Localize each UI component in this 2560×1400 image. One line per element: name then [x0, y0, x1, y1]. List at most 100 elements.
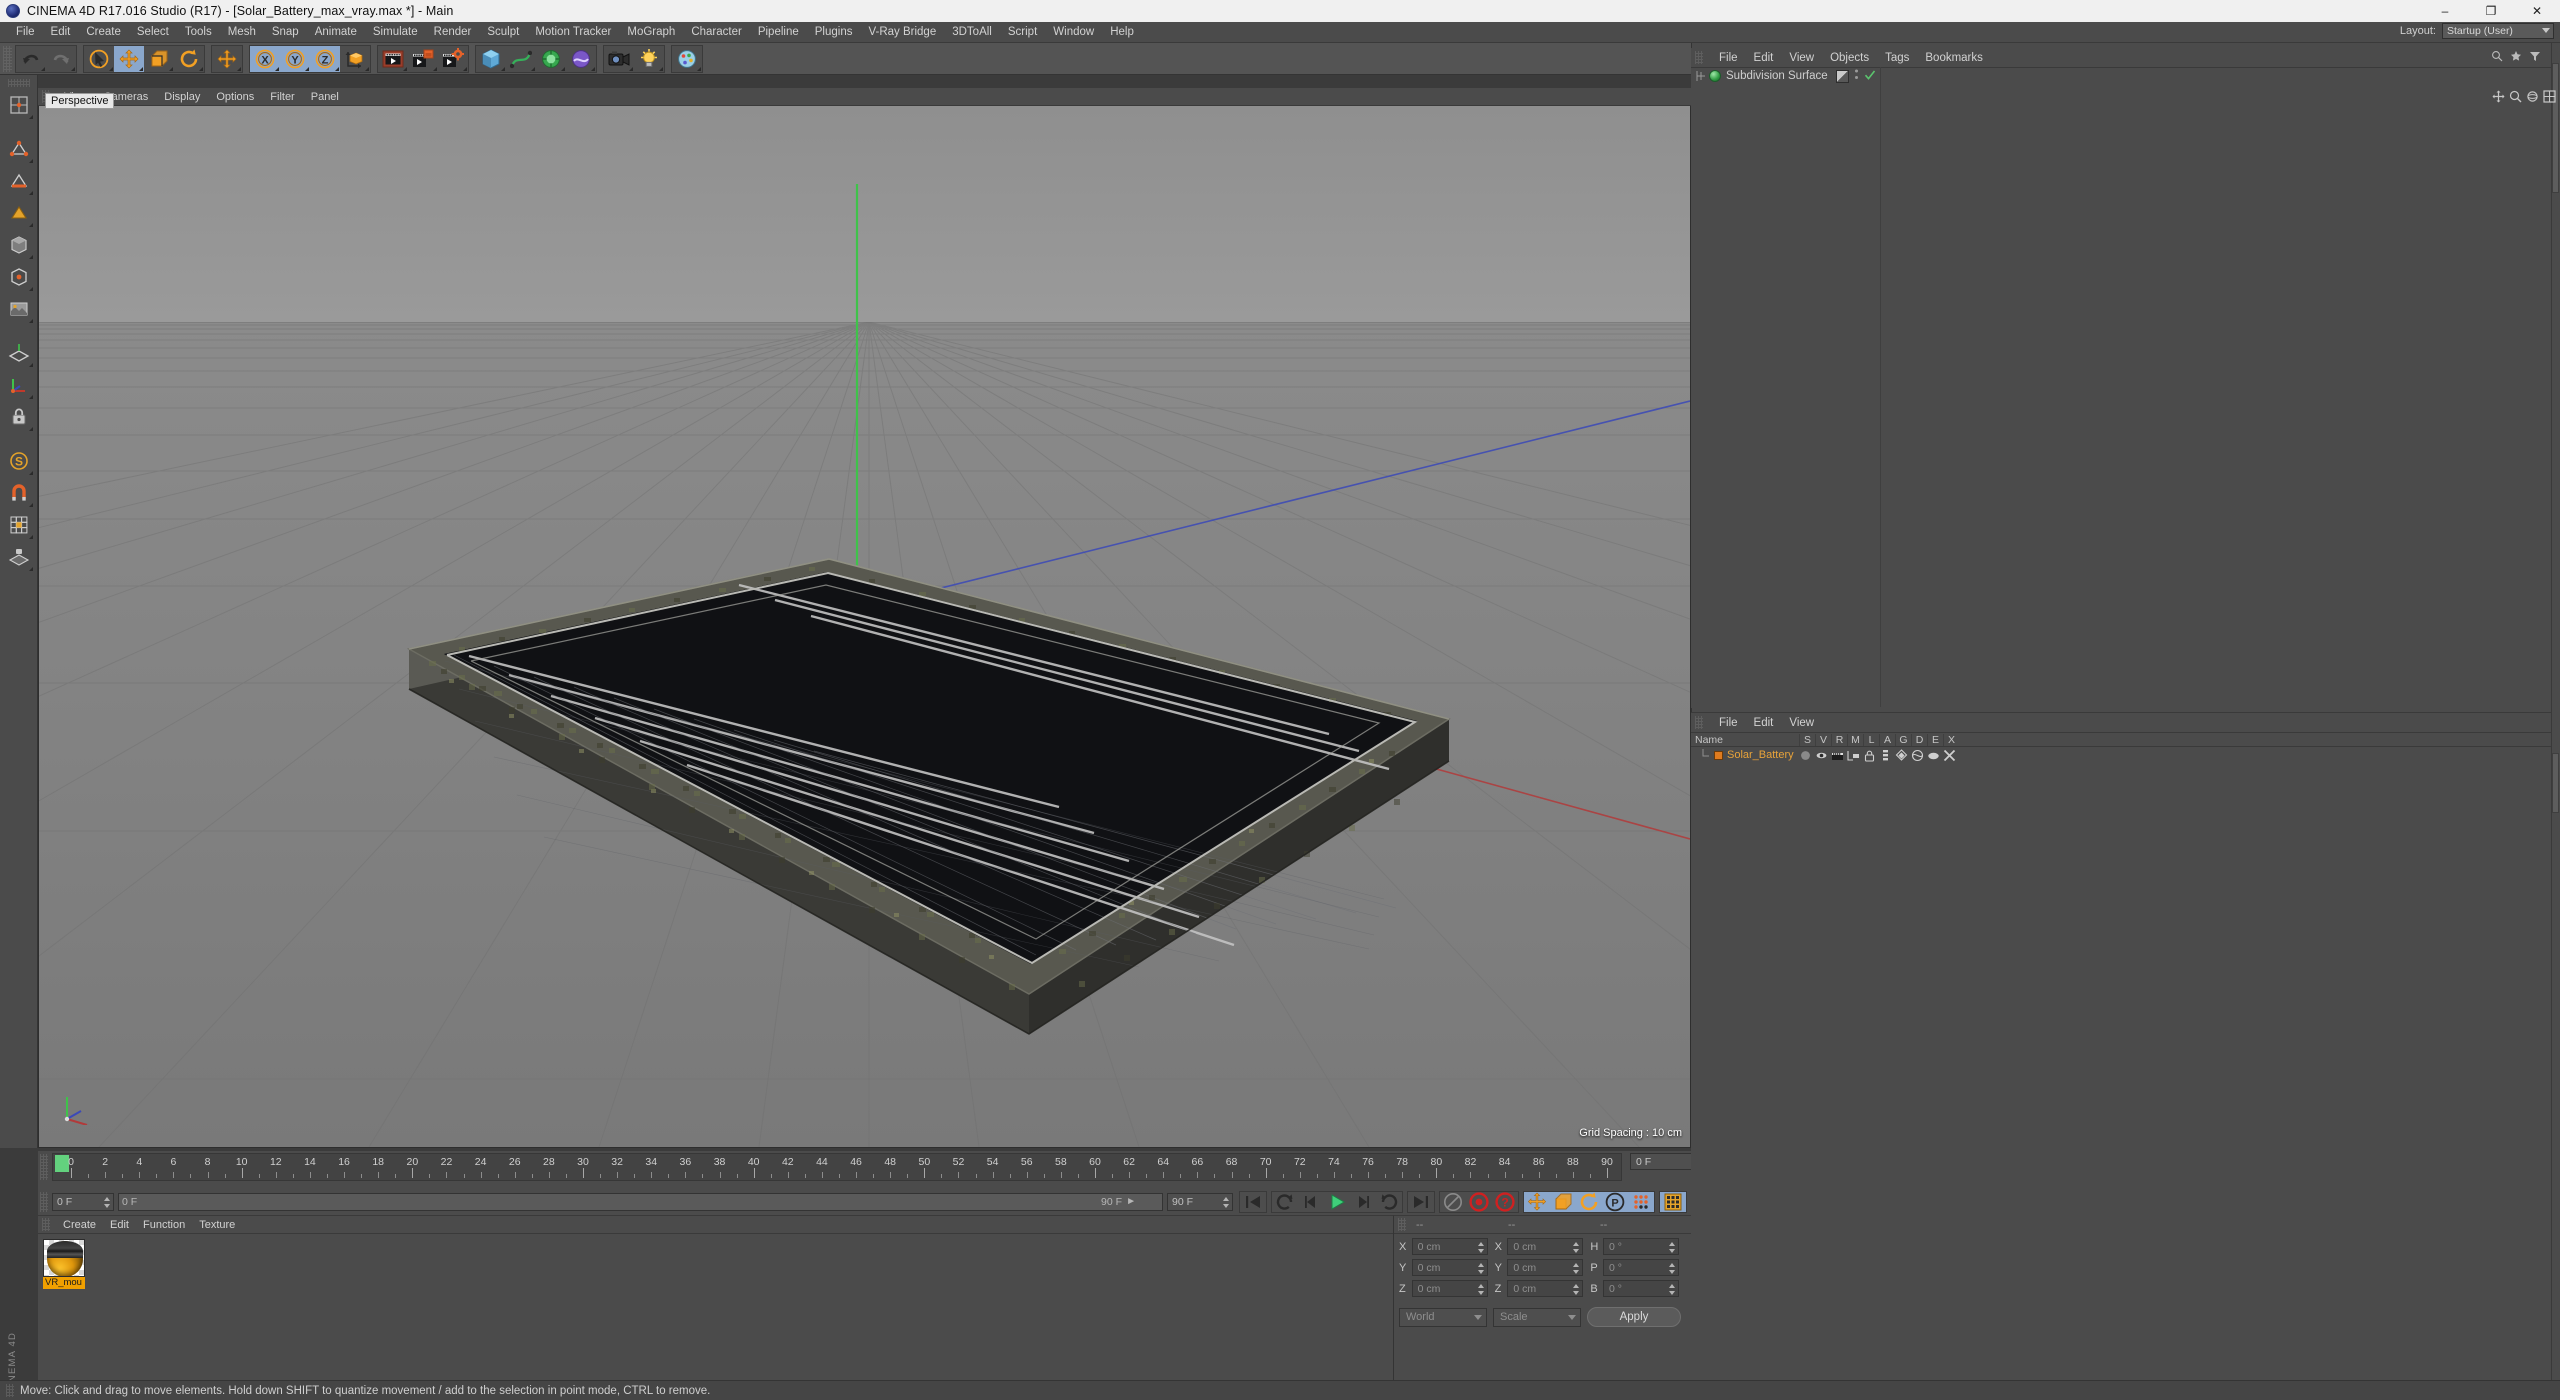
- play-icon[interactable]: [1324, 1192, 1350, 1212]
- next-key-icon[interactable]: [1376, 1192, 1402, 1212]
- move-axis-icon[interactable]: [212, 46, 242, 72]
- right-strip-handle-1[interactable]: [2552, 63, 2559, 193]
- generator-icon[interactable]: [1895, 748, 1908, 762]
- spinner-icon[interactable]: [1669, 1242, 1676, 1253]
- polygon-mode-icon[interactable]: [4, 198, 34, 228]
- workplane-icon[interactable]: [4, 338, 34, 368]
- spinner-icon[interactable]: [1573, 1242, 1580, 1253]
- filter-icon[interactable]: [2529, 49, 2541, 67]
- range-play-icon[interactable]: ►: [1126, 1196, 1136, 1207]
- viewport-menu-filter[interactable]: Filter: [262, 90, 302, 104]
- bookmark-star-icon[interactable]: [2510, 49, 2522, 67]
- apply-button[interactable]: Apply: [1587, 1307, 1681, 1327]
- zoom-icon[interactable]: [2509, 90, 2522, 103]
- generator-icon[interactable]: [536, 46, 566, 72]
- prev-key-icon[interactable]: [1272, 1192, 1298, 1212]
- timeline-ruler[interactable]: 0 2 4 6 8 10 12 14 16 18 20 22 24 26 28 30 32 34 36 38 40 42 4…: [52, 1153, 1622, 1181]
- material-grip-icon[interactable]: [42, 1218, 50, 1231]
- paint-icon[interactable]: [672, 46, 702, 72]
- object-manager-grip-icon[interactable]: [1695, 51, 1703, 64]
- spinner-icon[interactable]: [1477, 1284, 1485, 1295]
- timeline-playhead[interactable]: [55, 1155, 69, 1172]
- spinner-icon[interactable]: [1669, 1263, 1676, 1274]
- camera-icon[interactable]: [604, 46, 634, 72]
- spinner-icon[interactable]: [1223, 1197, 1230, 1208]
- layer-menu-edit[interactable]: Edit: [1746, 716, 1782, 730]
- right-scroll-strip[interactable]: [2551, 43, 2560, 1380]
- cube-primitive-icon[interactable]: [476, 46, 506, 72]
- menu-item-select[interactable]: Select: [129, 24, 177, 40]
- render-settings-icon[interactable]: [438, 46, 468, 72]
- object-menu-view[interactable]: View: [1781, 51, 1822, 65]
- workplane-lock-icon[interactable]: [4, 542, 34, 572]
- material-sphere-icon[interactable]: [43, 1239, 85, 1277]
- subdivision-surface-icon[interactable]: [1709, 70, 1721, 82]
- keyframe-mode-icon[interactable]: [1660, 1192, 1686, 1212]
- param-key-icon[interactable]: P: [1602, 1192, 1628, 1212]
- lock-axis-icon[interactable]: [4, 402, 34, 432]
- object-menu-file[interactable]: File: [1711, 51, 1746, 65]
- manager-icon[interactable]: [1847, 749, 1860, 762]
- menu-item-3dtoall[interactable]: 3DToAll: [944, 24, 1000, 40]
- viewport-menu-options[interactable]: Options: [208, 90, 262, 104]
- viewport-solo-icon[interactable]: S: [4, 446, 34, 476]
- menu-item-character[interactable]: Character: [683, 24, 750, 40]
- coord-size-field[interactable]: 0 cm: [1507, 1280, 1584, 1297]
- menu-item-sculpt[interactable]: Sculpt: [479, 24, 527, 40]
- autokey-icon[interactable]: [1440, 1192, 1466, 1212]
- undo-icon[interactable]: [16, 46, 46, 72]
- menu-item-file[interactable]: File: [8, 24, 43, 40]
- menu-item-mograph[interactable]: MoGraph: [619, 24, 683, 40]
- coord-position-field[interactable]: 0 cm: [1411, 1259, 1488, 1276]
- coord-size-field[interactable]: 0 cm: [1507, 1238, 1584, 1255]
- animation-icon[interactable]: [1879, 749, 1892, 762]
- maximize-viewport-icon[interactable]: [2543, 90, 2556, 103]
- layer-row[interactable]: Solar_Battery: [1691, 747, 2551, 763]
- spinner-icon[interactable]: [1477, 1263, 1485, 1274]
- layer-color-swatch[interactable]: [1714, 750, 1723, 760]
- enable-axis-icon[interactable]: [4, 370, 34, 400]
- viewport[interactable]: Perspective Grid Spacing : 10 cm: [38, 88, 1691, 1148]
- layout-select[interactable]: Startup (User): [2442, 23, 2554, 39]
- timeline-grip-icon[interactable]: [40, 1154, 48, 1180]
- rotate-tool-icon[interactable]: [174, 46, 204, 72]
- coord-size-field[interactable]: 0 cm: [1507, 1259, 1584, 1276]
- quantize-icon[interactable]: [4, 510, 34, 540]
- spline-pen-icon[interactable]: [506, 46, 536, 72]
- material-menu-texture[interactable]: Texture: [192, 1218, 242, 1232]
- coordinates-grip-icon[interactable]: [1398, 1218, 1406, 1231]
- frame-end-field[interactable]: 90 F: [1167, 1193, 1233, 1211]
- right-strip-handle-2[interactable]: [2552, 753, 2559, 813]
- rotation-key-icon[interactable]: [1576, 1192, 1602, 1212]
- menu-item-create[interactable]: Create: [78, 24, 129, 40]
- playback-grip-icon[interactable]: [40, 1192, 48, 1212]
- object-menu-tags[interactable]: Tags: [1877, 51, 1917, 65]
- close-button[interactable]: ✕: [2514, 0, 2560, 22]
- scale-key-icon[interactable]: [1550, 1192, 1576, 1212]
- viewport-menu-panel[interactable]: Panel: [303, 90, 347, 104]
- menu-item-tools[interactable]: Tools: [177, 24, 220, 40]
- edge-mode-icon[interactable]: [4, 166, 34, 196]
- coordinate-mode-select[interactable]: Scale: [1493, 1307, 1581, 1327]
- pan-icon[interactable]: [2492, 90, 2505, 103]
- material-menu-edit[interactable]: Edit: [103, 1218, 136, 1232]
- coordinate-space-select[interactable]: World: [1399, 1307, 1487, 1327]
- move-tool-icon[interactable]: [114, 45, 144, 72]
- check-mark-icon[interactable]: [1864, 69, 1876, 84]
- object-menu-objects[interactable]: Objects: [1822, 51, 1877, 65]
- menu-item-script[interactable]: Script: [1000, 24, 1045, 40]
- point-mode-icon[interactable]: [4, 134, 34, 164]
- texture-tag-icon[interactable]: [1835, 69, 1849, 83]
- menu-item-plugins[interactable]: Plugins: [807, 24, 861, 40]
- spinner-icon[interactable]: [1573, 1263, 1580, 1274]
- render-view-icon[interactable]: [378, 46, 408, 72]
- step-forward-icon[interactable]: [1350, 1192, 1376, 1212]
- timeline-range-bar[interactable]: 0 F 90 F ►: [118, 1193, 1163, 1211]
- coord-position-field[interactable]: 0 cm: [1411, 1280, 1488, 1297]
- menu-item-pipeline[interactable]: Pipeline: [750, 24, 807, 40]
- left-palette-grip-icon[interactable]: [7, 79, 30, 87]
- menu-item-edit[interactable]: Edit: [43, 24, 79, 40]
- object-menu-edit[interactable]: Edit: [1746, 51, 1782, 65]
- coord-rotation-field[interactable]: 0 °: [1602, 1280, 1680, 1297]
- live-selection-icon[interactable]: [84, 46, 114, 72]
